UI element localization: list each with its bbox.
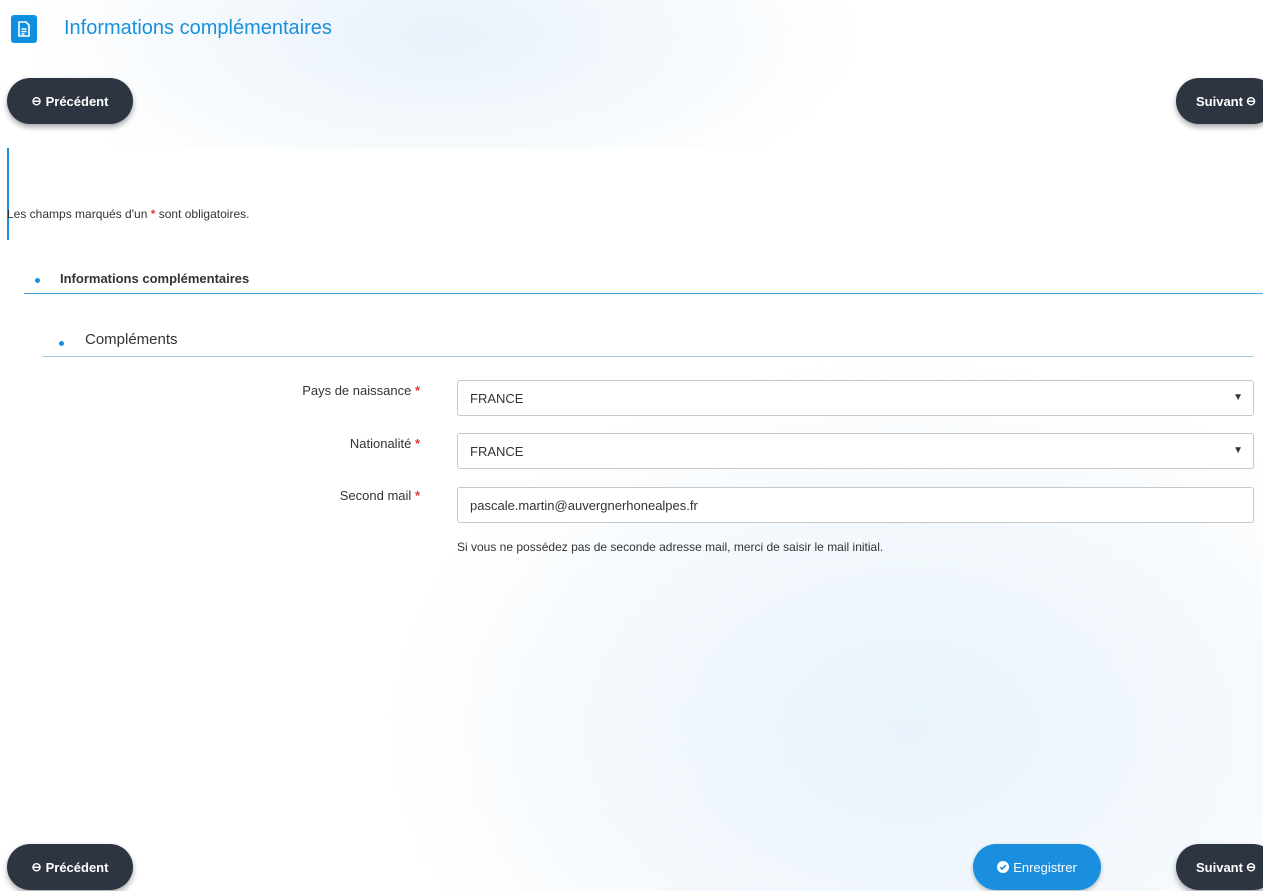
second-mail-input[interactable] — [457, 487, 1254, 523]
notice-accent-bar — [7, 148, 9, 240]
nationality-value: FRANCE — [470, 443, 524, 459]
arrow-circle-right-icon: ⊖ — [1245, 94, 1257, 108]
previous-label: Précédent — [45, 93, 109, 109]
notice-text: Les champs marqués d'un * sont obligatoi… — [7, 207, 250, 221]
required-fields-notice: Les champs marqués d'un * sont obligatoi… — [0, 148, 1263, 240]
previous-label: Précédent — [45, 859, 109, 875]
caret-down-icon: ▼ — [1233, 392, 1243, 403]
save-label: Enregistrer — [1013, 859, 1077, 875]
nationality-select[interactable]: FRANCE ▼ — [457, 433, 1254, 469]
section-header: Informations complémentaires — [24, 268, 1263, 294]
check-circle-icon — [997, 860, 1010, 875]
arrow-circle-left-icon: ⊖ — [31, 860, 42, 874]
birth-country-label: Pays de naissance * — [302, 383, 420, 398]
second-mail-label: Second mail * — [339, 488, 420, 503]
section-title: Informations complémentaires — [60, 271, 250, 286]
birth-country-value: FRANCE — [470, 390, 524, 406]
birth-country-select[interactable]: FRANCE ▼ — [457, 380, 1254, 416]
subsection-title: Compléments — [85, 331, 178, 348]
second-mail-help: Si vous ne possédez pas de seconde adres… — [457, 540, 884, 554]
caret-down-icon: ▼ — [1233, 445, 1243, 456]
arrow-circle-left-icon: ⊖ — [31, 94, 42, 108]
bullet-icon — [35, 278, 40, 283]
nationality-label: Nationalité * — [349, 436, 420, 451]
previous-button-bottom[interactable]: ⊖ Précédent — [7, 844, 133, 890]
arrow-circle-right-icon: ⊖ — [1245, 860, 1257, 874]
bullet-icon — [59, 341, 64, 346]
previous-button-top[interactable]: ⊖ Précédent — [7, 78, 133, 124]
required-star: * — [150, 207, 156, 221]
next-button-top[interactable]: Suivant ⊖ — [1176, 78, 1263, 124]
next-label: Suivant — [1196, 93, 1243, 109]
page-title: Informations complémentaires — [64, 17, 332, 39]
next-button-bottom[interactable]: Suivant ⊖ — [1176, 844, 1263, 890]
save-button[interactable]: Enregistrer — [973, 844, 1101, 890]
next-label: Suivant — [1196, 859, 1243, 875]
subsection-header: Compléments — [42, 329, 1254, 357]
document-icon — [11, 15, 37, 43]
